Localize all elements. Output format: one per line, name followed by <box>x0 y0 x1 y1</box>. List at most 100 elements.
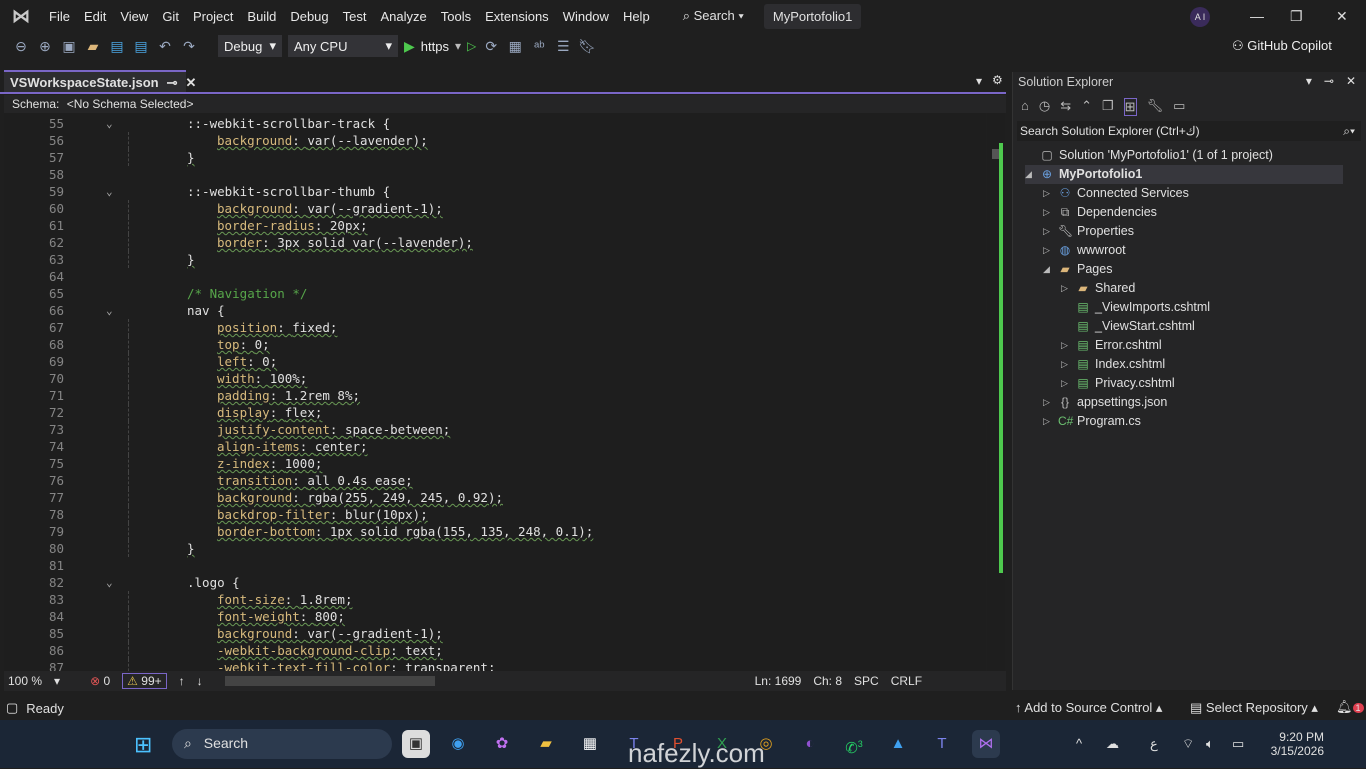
file-explorer-icon[interactable]: ▰ <box>532 730 560 758</box>
new-project-icon[interactable]: ▣ <box>60 38 78 55</box>
indent-icon[interactable]: ☰ <box>554 38 572 55</box>
expand-arrow-icon[interactable]: ▷ <box>1043 203 1053 222</box>
spellcheck-icon[interactable]: ᵃᵇ <box>530 38 548 54</box>
error-count[interactable]: 0 <box>103 674 110 688</box>
start-without-debugging-icon[interactable]: ▷ <box>467 39 476 53</box>
fold-chevron-icon[interactable]: ⌄ <box>106 302 113 319</box>
expand-arrow-icon[interactable]: ◢ <box>1043 260 1053 279</box>
user-avatar[interactable]: A I <box>1190 7 1210 27</box>
expand-arrow-icon[interactable]: ▷ <box>1061 374 1071 393</box>
code-line[interactable]: 86 -webkit-background-clip: text; <box>4 642 986 659</box>
code-line[interactable]: 66 ⌄ nav { <box>4 302 986 319</box>
code-line[interactable]: 65 /* Navigation */ <box>4 285 986 302</box>
code-line[interactable]: 62 border: 3px solid var(--lavender); <box>4 234 986 251</box>
tree-item[interactable]: ▢ Solution 'MyPortofolio1' (1 of 1 projec… <box>1025 146 1273 165</box>
code-line[interactable]: 77 background: rgba(255, 249, 245, 0.92); <box>4 489 986 506</box>
menu-project[interactable]: Project <box>186 9 240 24</box>
history-icon[interactable]: ◷ <box>1039 98 1050 116</box>
search-button[interactable]: ⌕ Search ▾ <box>675 8 752 24</box>
collapse-icon[interactable]: ⌃ <box>1081 98 1092 116</box>
close-tab-icon[interactable]: ✕ <box>186 75 197 90</box>
expand-arrow-icon[interactable]: ▷ <box>1061 279 1071 298</box>
windows-start-icon[interactable]: ⊞ <box>134 732 152 758</box>
tree-item[interactable]: ◢ ▰ Pages <box>1043 260 1112 279</box>
warning-count[interactable]: 99+ <box>141 674 161 688</box>
code-line[interactable]: 60 background: var(--gradient-1); <box>4 200 986 217</box>
code-line[interactable]: 55 ⌄::-webkit-scrollbar-track { <box>4 115 986 132</box>
open-folder-icon[interactable]: ▰ <box>84 38 102 55</box>
home-icon[interactable]: ⌂ <box>1021 98 1029 116</box>
fold-chevron-icon[interactable]: ⌄ <box>106 183 113 200</box>
menu-analyze[interactable]: Analyze <box>373 9 433 24</box>
schema-select[interactable]: <No Schema Selected> <box>67 97 194 111</box>
code-line[interactable]: 64 <box>4 268 986 285</box>
language-indicator[interactable]: ع <box>1150 736 1158 752</box>
tree-item[interactable]: ▷ ⚇ Connected Services <box>1043 184 1189 203</box>
add-to-source-control-button[interactable]: ↑ Add to Source Control ▴ <box>1015 700 1162 716</box>
tree-item[interactable]: ▤ _ViewImports.cshtml <box>1061 298 1210 317</box>
onedrive-icon[interactable]: ☁ <box>1106 736 1119 752</box>
menu-debug[interactable]: Debug <box>283 9 335 24</box>
code-line[interactable]: 81 <box>4 557 986 574</box>
hot-reload-icon[interactable]: ⟳ <box>482 38 500 55</box>
minimize-button[interactable]: — <box>1250 8 1264 24</box>
visual-studio-logo-icon[interactable]: ⋈ <box>10 5 32 27</box>
solution-search-input[interactable]: Search Solution Explorer (Ctrl+ك) ⌕▾ <box>1017 121 1361 141</box>
bookmark-icon[interactable]: 🔖︎ <box>578 38 596 55</box>
preview-icon[interactable]: ▭ <box>1173 98 1185 116</box>
solution-explorer-icon[interactable]: ▦ <box>506 38 524 55</box>
show-all-icon[interactable]: ❐ <box>1102 98 1114 116</box>
zoom-level[interactable]: 100 % <box>8 674 42 688</box>
photos-icon[interactable]: ▲ <box>884 730 912 758</box>
maximize-button[interactable]: ❐ <box>1290 8 1303 25</box>
github-desktop-icon[interactable]: ◐ <box>796 730 824 758</box>
teams-work-icon[interactable]: T <box>928 730 956 758</box>
code-line[interactable]: 79 border-bottom: 1px solid rgba(155, 135… <box>4 523 986 540</box>
line-ending[interactable]: CRLF <box>891 674 922 688</box>
previous-issue-icon[interactable]: ↑ <box>179 674 185 688</box>
sync-icon[interactable]: ⇆ <box>1060 98 1071 116</box>
whatsapp-icon[interactable]: ✆3 <box>840 730 868 758</box>
tree-item[interactable]: ▷ ▤ Index.cshtml <box>1061 355 1165 374</box>
save-all-icon[interactable]: ▤ <box>132 38 150 55</box>
code-line[interactable]: 74 align-items: center; <box>4 438 986 455</box>
show-hidden-icons[interactable]: ^ <box>1076 736 1082 751</box>
menu-edit[interactable]: Edit <box>77 9 113 24</box>
undo-icon[interactable]: ↶ <box>156 38 174 55</box>
edge-icon[interactable]: ◉ <box>444 730 472 758</box>
code-line[interactable]: 82 ⌄ .logo { <box>4 574 986 591</box>
save-icon[interactable]: ▤ <box>108 38 126 55</box>
code-line[interactable]: 80} <box>4 540 986 557</box>
clock[interactable]: 9:20 PM 3/15/2026 <box>1266 730 1324 758</box>
select-repository-button[interactable]: ▤ Select Repository ▴ <box>1190 700 1318 716</box>
pin-icon[interactable]: ⊸ <box>1324 74 1334 88</box>
volume-icon[interactable]: 🔈︎ <box>1206 736 1214 752</box>
tree-item[interactable]: ▷ ⧉ Dependencies <box>1043 203 1157 222</box>
close-icon[interactable]: ✕ <box>1346 74 1356 88</box>
menu-test[interactable]: Test <box>336 9 374 24</box>
menu-git[interactable]: Git <box>155 9 186 24</box>
tree-item[interactable]: ▤ _ViewStart.cshtml <box>1061 317 1194 336</box>
vertical-scrollbar[interactable] <box>987 113 1005 671</box>
menu-extensions[interactable]: Extensions <box>478 9 556 24</box>
dropdown-icon[interactable]: ▾ <box>1306 74 1312 88</box>
tree-item[interactable]: ▷ ▰ Shared <box>1061 279 1135 298</box>
menu-tools[interactable]: Tools <box>434 9 478 24</box>
expand-arrow-icon[interactable]: ▷ <box>1061 355 1071 374</box>
expand-arrow-icon[interactable]: ▷ <box>1061 336 1071 355</box>
network-icon[interactable]: ⌔ <box>1182 736 1194 752</box>
code-line[interactable]: 58 <box>4 166 986 183</box>
tree-item[interactable]: ▷ {} appsettings.json <box>1043 393 1167 412</box>
copilot-icon[interactable]: ✿ <box>488 730 516 758</box>
menu-help[interactable]: Help <box>616 9 657 24</box>
menu-build[interactable]: Build <box>240 9 283 24</box>
code-line[interactable]: 69 left: 0; <box>4 353 986 370</box>
tree-item[interactable]: ◢ ⊕ MyPortofolio1 <box>1025 165 1343 184</box>
wrench-icon[interactable]: 🔧︎ <box>1147 98 1164 116</box>
code-line[interactable]: 71 padding: 1.2rem 8%; <box>4 387 986 404</box>
tab-vsworkspacestate[interactable]: VSWorkspaceState.json ⊸ ✕ <box>4 70 196 92</box>
code-line[interactable]: 67 position: fixed; <box>4 319 986 336</box>
menu-window[interactable]: Window <box>556 9 616 24</box>
expand-arrow-icon[interactable]: ▷ <box>1043 241 1053 260</box>
code-line[interactable]: 87 -webkit-text-fill-color: transparent; <box>4 659 986 671</box>
